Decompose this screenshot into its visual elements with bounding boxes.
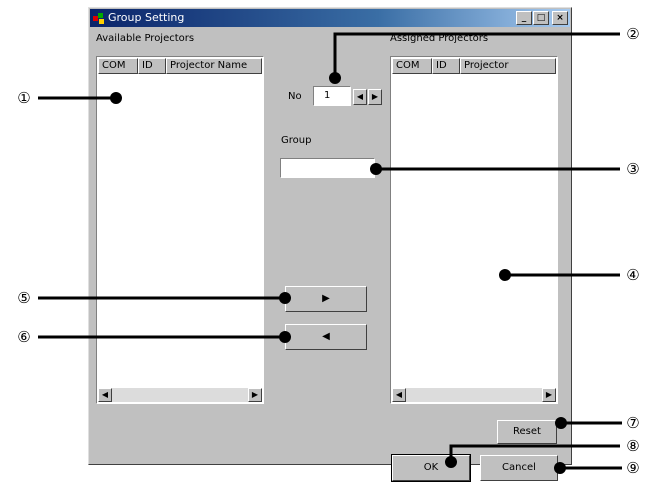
callout-4: ④ (626, 266, 640, 284)
callout-3: ③ (626, 160, 640, 178)
callout-2: ② (626, 25, 640, 43)
callout-8: ⑧ (626, 437, 640, 455)
callout-9: ⑨ (626, 459, 640, 477)
callout-7: ⑦ (626, 414, 640, 432)
callout-5: ⑤ (17, 289, 31, 307)
callout-lines (38, 32, 622, 474)
callout-1: ① (17, 89, 31, 107)
callout-6: ⑥ (17, 328, 31, 346)
